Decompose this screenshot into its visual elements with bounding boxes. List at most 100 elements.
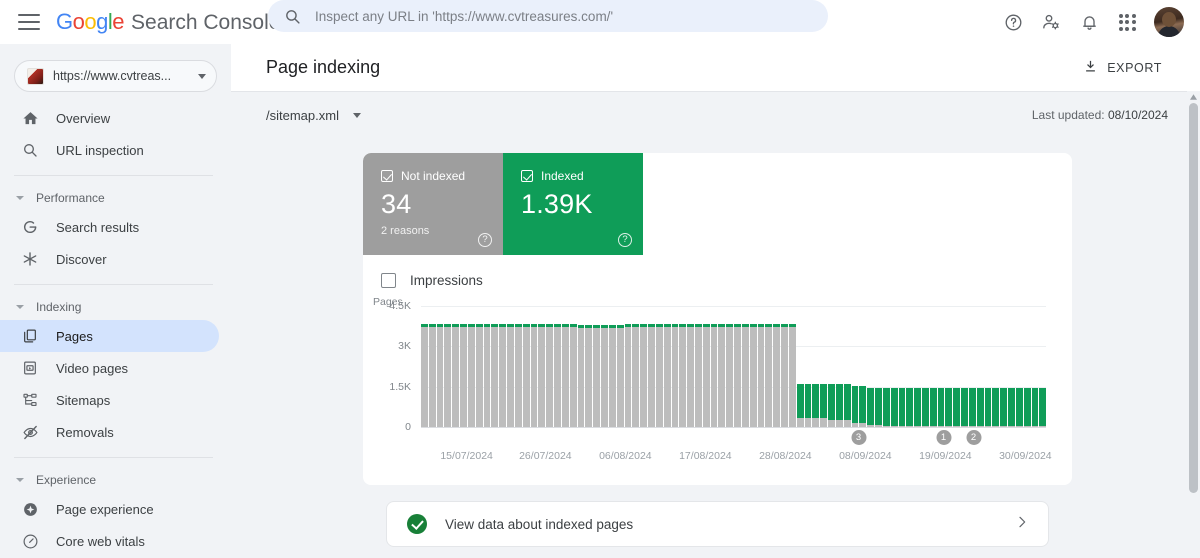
chart-bar[interactable] <box>632 306 639 427</box>
view-indexed-pages-card[interactable]: View data about indexed pages <box>386 501 1049 547</box>
help-icon[interactable] <box>994 3 1032 41</box>
account-settings-icon[interactable] <box>1032 3 1070 41</box>
sidebar-group-performance[interactable]: Performance <box>0 185 231 211</box>
chart-bar[interactable] <box>859 306 866 427</box>
stat-card-not-indexed[interactable]: Not indexed 34 2 reasons ? <box>363 153 503 255</box>
chart-bar[interactable] <box>444 306 451 427</box>
chart-bar[interactable] <box>1039 306 1046 427</box>
chart-bar[interactable] <box>601 306 608 427</box>
chart-bar[interactable] <box>585 306 592 427</box>
chart-bar[interactable] <box>531 306 538 427</box>
chart-bar[interactable] <box>773 306 780 427</box>
chart-bar[interactable] <box>891 306 898 427</box>
chart-bar[interactable] <box>578 306 585 427</box>
chart-bar[interactable] <box>617 306 624 427</box>
chart-bar[interactable] <box>750 306 757 427</box>
chevron-right-icon[interactable] <box>1014 514 1030 535</box>
chart-bar[interactable] <box>546 306 553 427</box>
chart-bar[interactable] <box>452 306 459 427</box>
chart-bar[interactable] <box>992 306 999 427</box>
avatar[interactable] <box>1154 7 1184 37</box>
chart-bar[interactable] <box>867 306 874 427</box>
chart-bar[interactable] <box>718 306 725 427</box>
chart-bar[interactable] <box>789 306 796 427</box>
chart-bar[interactable] <box>930 306 937 427</box>
url-inspection-search-input[interactable]: Inspect any URL in 'https://www.cvtreasu… <box>268 0 828 32</box>
vertical-scrollbar[interactable] <box>1187 91 1200 558</box>
chart-bar[interactable] <box>515 306 522 427</box>
chart-bar[interactable] <box>664 306 671 427</box>
chart-bar[interactable] <box>640 306 647 427</box>
chart-bar[interactable] <box>914 306 921 427</box>
chart-bar[interactable] <box>781 306 788 427</box>
stat-card-indexed[interactable]: Indexed 1.39K ? <box>503 153 643 255</box>
chart-bar[interactable] <box>765 306 772 427</box>
chart-bar[interactable] <box>938 306 945 427</box>
sitemap-filter-dropdown[interactable]: /sitemap.xml <box>266 108 361 123</box>
chart-bar[interactable] <box>922 306 929 427</box>
chart-bar[interactable] <box>609 306 616 427</box>
chart-bar[interactable] <box>945 306 952 427</box>
chart-bar[interactable] <box>554 306 561 427</box>
not-indexed-checkbox[interactable] <box>381 170 393 182</box>
chart-bar[interactable] <box>961 306 968 427</box>
chart-bar[interactable] <box>875 306 882 427</box>
chart-bar[interactable] <box>734 306 741 427</box>
chart-bar[interactable] <box>538 306 545 427</box>
notifications-bell-icon[interactable] <box>1070 3 1108 41</box>
chart-bar[interactable] <box>468 306 475 427</box>
chart-bar[interactable] <box>672 306 679 427</box>
chart-annotation-marker[interactable]: 1 <box>936 430 951 445</box>
sidebar-item-search-results[interactable]: Search results <box>0 211 219 243</box>
sidebar-item-removals[interactable]: Removals <box>0 416 219 448</box>
chart-bar[interactable] <box>679 306 686 427</box>
chart-bar[interactable] <box>742 306 749 427</box>
chart-bar[interactable] <box>836 306 843 427</box>
chart-bar[interactable] <box>695 306 702 427</box>
chart-bar[interactable] <box>429 306 436 427</box>
chart-bar[interactable] <box>711 306 718 427</box>
chart-bar[interactable] <box>648 306 655 427</box>
scrollbar-thumb[interactable] <box>1189 103 1198 493</box>
chart-annotation-marker[interactable]: 3 <box>851 430 866 445</box>
chart-bar[interactable] <box>507 306 514 427</box>
chart-bar[interactable] <box>476 306 483 427</box>
chart-bar[interactable] <box>758 306 765 427</box>
chart-bar[interactable] <box>899 306 906 427</box>
sidebar-group-indexing[interactable]: Indexing <box>0 294 231 320</box>
sidebar-item-video-pages[interactable]: Video pages <box>0 352 219 384</box>
chart-bar[interactable] <box>484 306 491 427</box>
indexed-checkbox[interactable] <box>521 170 533 182</box>
chart-bar[interactable] <box>421 306 428 427</box>
sidebar-group-experience[interactable]: Experience <box>0 467 231 493</box>
chart-bar[interactable] <box>703 306 710 427</box>
chart-bar[interactable] <box>828 306 835 427</box>
chart-bar[interactable] <box>906 306 913 427</box>
google-apps-icon[interactable] <box>1108 3 1146 41</box>
chart-bar[interactable] <box>1024 306 1031 427</box>
export-button[interactable]: EXPORT <box>1075 53 1170 83</box>
chart-bar[interactable] <box>883 306 890 427</box>
chart-bar[interactable] <box>797 306 804 427</box>
sidebar-item-overview[interactable]: Overview <box>0 102 219 134</box>
chart-bar[interactable] <box>687 306 694 427</box>
chart-bar[interactable] <box>562 306 569 427</box>
chart-bar[interactable] <box>1032 306 1039 427</box>
chart-bar[interactable] <box>969 306 976 427</box>
chart-bar[interactable] <box>977 306 984 427</box>
hamburger-menu-icon[interactable] <box>18 14 40 30</box>
sidebar-item-url-inspection[interactable]: URL inspection <box>0 134 219 166</box>
help-icon[interactable]: ? <box>478 233 492 247</box>
impressions-toggle[interactable]: Impressions <box>363 255 1072 288</box>
sidebar-item-pages[interactable]: Pages <box>0 320 219 352</box>
chart-bar[interactable] <box>491 306 498 427</box>
chart-bar[interactable] <box>1008 306 1015 427</box>
chart-annotation-marker[interactable]: 2 <box>966 430 981 445</box>
sidebar-item-discover[interactable]: Discover <box>0 243 219 275</box>
chart-bar[interactable] <box>437 306 444 427</box>
scroll-up-arrow-icon[interactable] <box>1189 92 1198 101</box>
chart-bar[interactable] <box>726 306 733 427</box>
sidebar-item-sitemaps[interactable]: Sitemaps <box>0 384 219 416</box>
chart-bar[interactable] <box>625 306 632 427</box>
chart-bar[interactable] <box>499 306 506 427</box>
